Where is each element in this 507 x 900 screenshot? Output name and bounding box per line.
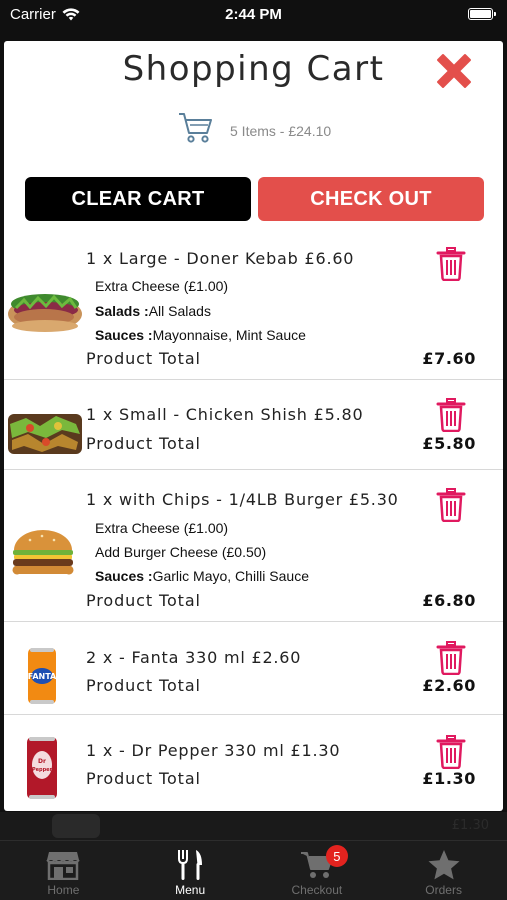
product-total-value: £2.60 xyxy=(422,676,476,695)
item-option: Sauces :Mayonnaise, Mint Sauce xyxy=(95,327,306,343)
tab-label: Orders xyxy=(425,883,462,897)
tab-orders[interactable]: Orders xyxy=(380,841,507,900)
item-title: 2 x - Fanta 330 ml £2.60 xyxy=(86,648,302,667)
cart-item: 1 x Large - Doner Kebab £6.60 Extra Chee… xyxy=(4,237,503,380)
cart-count-badge: 5 xyxy=(325,845,348,867)
check-out-button[interactable]: CHECK OUT xyxy=(258,177,484,221)
shopping-cart-modal: Shopping Cart 5 Items - £24.10 CLEAR CAR… xyxy=(4,41,503,811)
doner-kebab-image xyxy=(8,294,82,332)
item-option: Add Burger Cheese (£0.50) xyxy=(95,544,267,560)
item-option: Extra Cheese (£1.00) xyxy=(95,520,229,536)
fanta-can-image: FANTA xyxy=(28,648,57,704)
item-option: Extra Cheese (£1.00) xyxy=(95,278,229,294)
product-total-value: £7.60 xyxy=(422,349,476,368)
item-title: 1 x Small - Chicken Shish £5.80 xyxy=(86,405,364,424)
cart-item: 1 x with Chips - 1/4LB Burger £5.30 Extr… xyxy=(4,470,503,622)
cart-item: 1 x Small - Chicken Shish £5.80 Product … xyxy=(4,380,503,470)
clock: 2:44 PM xyxy=(225,6,282,23)
svg-text:Dr: Dr xyxy=(38,758,46,765)
background-price: £1.30 xyxy=(451,818,489,833)
status-bar: Carrier 2:44 PM xyxy=(0,0,507,30)
svg-text:Pepper: Pepper xyxy=(32,767,53,773)
cart-summary: 5 Items - £24.10 xyxy=(178,111,331,145)
product-total-label: Product Total xyxy=(86,769,201,788)
star-icon xyxy=(428,850,460,880)
product-total-label: Product Total xyxy=(86,434,201,453)
svg-text:FANTA: FANTA xyxy=(28,672,57,681)
store-icon xyxy=(46,852,81,880)
trash-icon[interactable] xyxy=(435,488,467,522)
item-title: 1 x - Dr Pepper 330 ml £1.30 xyxy=(86,741,341,760)
product-total-label: Product Total xyxy=(86,591,201,610)
product-total-value: £5.80 xyxy=(422,434,476,453)
clear-cart-button[interactable]: CLEAR CART xyxy=(25,177,251,221)
item-option: Sauces :Garlic Mayo, Chilli Sauce xyxy=(95,568,309,584)
tab-home[interactable]: Home xyxy=(0,841,127,900)
cart-icon xyxy=(179,113,212,143)
product-total-label: Product Total xyxy=(86,349,201,368)
item-title: 1 x with Chips - 1/4LB Burger £5.30 xyxy=(86,490,399,509)
tab-bar: Home Menu 5 Checkout Orders xyxy=(0,840,507,900)
product-total-label: Product Total xyxy=(86,676,201,695)
cart-item: FANTA 2 x - Fanta 330 ml £2.60 Product T… xyxy=(4,622,503,715)
trash-icon[interactable] xyxy=(435,247,467,281)
chicken-shish-image xyxy=(8,414,82,454)
battery-icon xyxy=(468,8,496,20)
tab-menu[interactable]: Menu xyxy=(127,841,254,900)
trash-icon[interactable] xyxy=(435,641,467,675)
item-title: 1 x Large - Doner Kebab £6.60 xyxy=(86,249,355,268)
item-option: Salads :All Salads xyxy=(95,303,211,319)
trash-icon[interactable] xyxy=(435,735,467,769)
product-total-value: £1.30 xyxy=(422,769,476,788)
tab-label: Checkout xyxy=(291,883,343,897)
close-icon[interactable] xyxy=(432,49,476,93)
trash-icon[interactable] xyxy=(435,398,467,432)
background-product-image xyxy=(52,814,100,838)
tab-label: Menu xyxy=(175,883,206,897)
dr-pepper-can-image: Dr Pepper xyxy=(27,737,57,799)
background-list-row: £1.30 xyxy=(0,812,507,840)
tab-label: Home xyxy=(47,883,80,897)
cart-item: Dr Pepper 1 x - Dr Pepper 330 ml £1.30 P… xyxy=(4,715,503,811)
tab-checkout[interactable]: 5 Checkout xyxy=(254,841,381,900)
fork-knife-icon xyxy=(178,850,203,880)
burger-image xyxy=(12,530,74,575)
cart-title: Shopping Cart xyxy=(122,49,385,89)
product-total-value: £6.80 xyxy=(422,591,476,610)
cart-summary-text: 5 Items - £24.10 xyxy=(230,123,332,139)
